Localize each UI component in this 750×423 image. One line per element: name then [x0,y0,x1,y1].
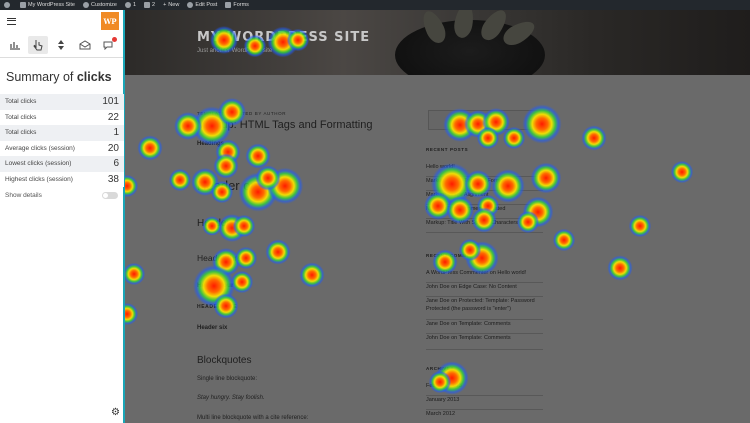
recent-comment-link[interactable]: Jane Doe on Protected: Template: Passwor… [426,298,546,321]
divider [426,409,543,410]
site-header-image: MY WORDPRESS SITE Just another WordPress… [125,2,750,90]
recent-comments-title: RECENT COMMENTS [426,253,481,258]
heading-six: Header six [197,325,228,331]
paragraph: Single line blockquote: [197,376,258,382]
divider [426,204,543,205]
divider [426,218,543,219]
divider [426,319,543,320]
divider [426,296,543,297]
admin-bar-updates[interactable]: 1 [124,0,136,10]
notification-dot [112,36,118,42]
stat-row: Highest clicks (session) 38 [0,171,124,187]
refresh-icon [124,2,131,8]
gear-icon[interactable]: ⚙ [111,407,120,418]
plus-icon: + [163,2,167,8]
recent-posts-list: Hello world! Markup: HTML Tags and Forma… [426,164,546,234]
admin-bar-new[interactable]: + New [163,0,179,10]
site-title[interactable]: MY WORDPRESS SITE [197,30,370,45]
divider [426,176,543,177]
summary-title: Summary of clicks [6,70,112,84]
wordpress-logo-icon[interactable] [4,2,12,8]
hamburger-menu-icon[interactable] [7,17,16,25]
heading-five: HEADER FIVE [197,304,238,310]
pencil-icon [187,2,194,8]
show-details-toggle[interactable] [102,192,118,199]
admin-bar-edit-post[interactable]: Edit Post [187,0,217,10]
pointer-click-icon[interactable] [28,35,49,54]
stat-row: Total clicks 101 [0,94,124,110]
stat-row: Total clicks 1 [0,125,124,141]
headings-label: Headings [197,141,225,147]
admin-bar-customize[interactable]: Customize [82,0,117,10]
recent-comment-link[interactable]: John Doe on Template: Comments [426,335,546,349]
divider [426,349,543,350]
show-details-row: Show details [0,187,123,199]
panel-header: WP [0,10,123,32]
admin-bar-site-name[interactable]: My WordPress Site [20,0,75,10]
divider [426,282,543,283]
admin-bar: My WordPress Site Customize 1 2 + New Edi… [0,0,750,10]
search-input[interactable] [428,110,550,130]
comment-bubble-icon [144,2,151,8]
admin-bar-forms[interactable]: Forms [225,0,249,10]
post-kicker: TEMPLATE / POSTED BY AUTHOR [197,111,287,116]
blockquote-text: Stay hungry. Stay foolish. [197,395,265,401]
show-details-label: Show details [5,192,42,199]
heatmap-side-panel: WP Summary of clicks Total clicks 101 To… [0,10,125,423]
comment-icon[interactable] [98,36,118,54]
recent-posts-title: RECENT POSTS [426,147,469,152]
divider [426,232,543,233]
home-icon [20,2,26,8]
archives-title: ARCHIVES [426,366,455,371]
plugin-logo: WP [101,12,119,30]
summary-stats: Total clicks 101 Total clicks 22 Total cli… [0,94,124,187]
archive-link[interactable]: March 2012 [426,411,546,423]
brush-icon [82,2,89,8]
scroll-arrows-icon[interactable] [51,36,71,54]
admin-bar-comments[interactable]: 2 [144,0,155,10]
divider [426,333,543,334]
panel-tabs [0,32,123,58]
heading-three: Header three [197,253,247,263]
divider [426,395,543,396]
forms-icon [225,2,232,8]
archives-list: February 2013 January 2013 March 2012 [426,383,546,423]
divider [426,190,543,191]
envelope-icon[interactable] [75,36,95,54]
page-content: TEMPLATE / POSTED BY AUTHOR Markup: HTML… [125,75,750,423]
heading-one: Header one [197,178,265,193]
paragraph: Multi line blockquote with a cite refere… [197,415,309,421]
stat-row: Lowest clicks (session) 6 [0,156,124,172]
bar-chart-icon[interactable] [5,36,25,54]
heading-two: Header two [197,218,249,229]
heading-four: Header four [197,282,234,289]
post-title[interactable]: Markup: HTML Tags and Formatting [197,119,372,131]
site-tagline: Just another WordPress site [197,48,273,54]
blockquotes-heading: Blockquotes [197,355,252,366]
stat-row: Average clicks (session) 20 [0,140,124,156]
stat-row: Total clicks 22 [0,109,124,125]
